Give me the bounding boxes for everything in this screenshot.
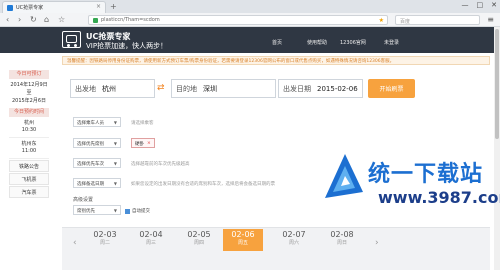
date-value[interactable]: 2015-02-06 xyxy=(311,85,358,93)
notice-bar: 温馨提醒：因铁路局停用身份证购票，请使用新方式预订车票/购票身份验证，若需要请登… xyxy=(62,56,490,65)
seat-chip[interactable]: 硬卧 × xyxy=(131,138,155,148)
scrollbar-thumb[interactable] xyxy=(495,29,499,139)
nav-12306[interactable]: 12306官网 xyxy=(340,39,366,46)
passenger-hint: 请选择乘客 xyxy=(131,121,154,126)
browser-menu-icon[interactable]: ≡ xyxy=(487,15,494,24)
secure-icon xyxy=(93,17,98,23)
tab-title: UC抢票专家 xyxy=(16,5,44,11)
favorites-icon[interactable]: ☆ xyxy=(58,15,65,24)
priority-select[interactable]: 席别优先 ▼ xyxy=(73,205,121,215)
alt-date-hint: 如果您设定的出发日期没有合适的席别和车次，选择后将会备选日期的票 xyxy=(131,182,275,187)
minimize-button[interactable]: — xyxy=(462,1,469,9)
new-tab-button[interactable]: + xyxy=(110,3,117,11)
checkbox-icon[interactable] xyxy=(125,208,130,214)
watermark: 统一下载站 www.3987.com xyxy=(323,152,500,212)
seat-select[interactable]: 选择优先席别 ▼ xyxy=(73,138,121,148)
address-bar[interactable]: plasticcn/Tham=scdom ★ xyxy=(88,15,388,25)
bookmark-star-icon[interactable]: ★ xyxy=(379,17,384,24)
start-query-button[interactable]: 开始刷票 xyxy=(368,79,415,98)
next-date-icon[interactable]: › xyxy=(375,238,379,248)
prev-date-icon[interactable]: ‹ xyxy=(73,238,77,248)
date-tab[interactable]: 02-05 周四 xyxy=(179,229,219,251)
chevron-down-icon: ▼ xyxy=(113,181,117,186)
chevron-down-icon: ▼ xyxy=(113,161,117,166)
date-tab[interactable]: 02-03 周二 xyxy=(85,229,125,251)
scrollbar[interactable] xyxy=(494,27,500,270)
sidebar-time-item: 杭州 10:30 xyxy=(9,117,49,138)
refresh-icon[interactable]: ↻ xyxy=(30,15,37,24)
from-field[interactable]: 出发地 杭州 xyxy=(70,79,155,98)
from-value[interactable]: 杭州 xyxy=(96,84,116,94)
date-field[interactable]: 出发日期 2015-02-06 xyxy=(278,79,363,98)
sidebar-item-flights[interactable]: 飞机票 xyxy=(9,173,49,185)
browser-tab[interactable]: UC抢票专家 × xyxy=(2,1,106,13)
sidebar-list-header: 今日预约时间 xyxy=(9,108,49,117)
chevron-down-icon: ▼ xyxy=(113,141,117,146)
date-tab[interactable]: 02-08 周日 xyxy=(322,229,362,251)
auto-submit-checkbox[interactable]: 自动提交 xyxy=(125,208,150,214)
sidebar-item-bus[interactable]: 汽车票 xyxy=(9,186,49,198)
date-tab[interactable]: 02-04 周三 xyxy=(131,229,171,251)
date-tab-active[interactable]: 02-06 周五 xyxy=(223,229,263,251)
alt-date-select[interactable]: 选择备选日期 ▼ xyxy=(73,178,121,188)
nav-login[interactable]: 未登录 xyxy=(384,39,399,46)
watermark-title: 统一下载站 xyxy=(368,162,484,187)
back-icon[interactable]: ‹ xyxy=(6,15,9,24)
swap-icon[interactable]: ⇄ xyxy=(157,83,165,93)
watermark-logo-icon xyxy=(325,154,363,198)
window-controls: — □ ✕ xyxy=(462,1,498,9)
sidebar-header: 今日可预订 xyxy=(9,70,49,79)
brand-slogan: VIP抢票加速，快人两步！ xyxy=(86,42,168,50)
sidebar-item-railway-notice[interactable]: 铁路公告 xyxy=(9,160,49,172)
maximize-button[interactable]: □ xyxy=(477,1,484,9)
to-field[interactable]: 目的地 深圳 xyxy=(171,79,276,98)
train-logo-icon xyxy=(62,31,81,48)
close-window-button[interactable]: ✕ xyxy=(491,1,497,9)
forward-icon[interactable]: › xyxy=(18,15,21,24)
train-hint: 选择越靠前的车次优先级越高 xyxy=(131,162,190,167)
browser-search-input[interactable]: 百度 xyxy=(395,15,480,25)
sidebar-time-item: 杭州东 11:00 xyxy=(9,138,49,159)
to-value[interactable]: 深圳 xyxy=(197,84,217,94)
advanced-settings-label: 高级设置 xyxy=(73,197,94,203)
passenger-select[interactable]: 选择乘车人员 ▼ xyxy=(73,117,121,127)
browser-toolbar: ‹ › ↻ ⌂ ☆ plasticcn/Tham=scdom ★ 百度 ≡ xyxy=(0,13,500,27)
sidebar: 今日可预订 2014年12月9日 至 2015年2月6日 今日预约时间 杭州 10… xyxy=(9,70,49,198)
booking-range: 2014年12月9日 至 2015年2月6日 xyxy=(10,82,48,104)
chevron-down-icon: ▼ xyxy=(113,208,117,213)
date-tab[interactable]: 02-07 周六 xyxy=(274,229,314,251)
chevron-down-icon: ▼ xyxy=(113,120,117,125)
nav-help[interactable]: 使用帮助 xyxy=(307,39,327,46)
browser-titlebar: UC抢票专家 × + — □ ✕ xyxy=(0,0,500,13)
train-select[interactable]: 选择优先车次 ▼ xyxy=(73,158,121,168)
watermark-url: www.3987.com xyxy=(378,188,500,207)
remove-chip-icon[interactable]: × xyxy=(147,141,151,146)
uc-favicon-icon xyxy=(7,4,13,11)
nav-home[interactable]: 首页 xyxy=(272,39,282,46)
url-text[interactable]: plasticcn/Tham=scdom xyxy=(101,17,160,23)
home-icon[interactable]: ⌂ xyxy=(44,15,49,24)
tab-close-icon[interactable]: × xyxy=(96,3,101,10)
